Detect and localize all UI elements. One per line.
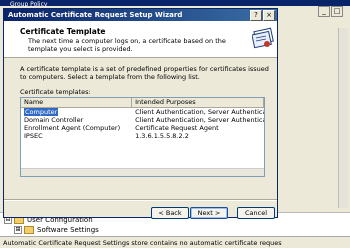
next-button[interactable]: Next >	[190, 207, 228, 219]
listview-header: Name Intended Purposes	[21, 98, 264, 108]
maximize-button[interactable]: □	[331, 6, 343, 17]
template-description: A certificate template is a set of prede…	[20, 65, 269, 81]
background-window-title: Group Policy	[10, 1, 48, 8]
horizontal-scrollbar[interactable]	[21, 168, 264, 176]
row-purposes: 1.3.6.1.5.5.8.2.2	[135, 132, 189, 140]
wizard-titlebar: Automatic Certificate Request Setup Wiza…	[4, 9, 277, 21]
divider	[4, 199, 277, 201]
help-button[interactable]: ?	[250, 10, 262, 21]
row-purposes: Certificate Request Agent	[135, 124, 219, 132]
background-scrollbar[interactable]	[338, 28, 348, 208]
wizard-title: Automatic Certificate Request Setup Wiza…	[8, 11, 183, 19]
background-window-titlebar: Group Policy	[0, 0, 350, 8]
back-button[interactable]: < Back	[151, 207, 189, 219]
column-header-purposes[interactable]: Intended Purposes	[132, 98, 264, 107]
row-purposes: Client Authentication, Server Authentica…	[135, 116, 264, 124]
table-row[interactable]: Enrollment Agent (Computer) Certificate …	[21, 124, 264, 132]
folder-icon	[24, 226, 34, 234]
row-name: IPSEC	[24, 132, 43, 140]
row-purposes: Client Authentication, Server Authentica…	[135, 108, 264, 116]
tree-item-software-settings[interactable]: ⊞ Software Settings	[14, 225, 99, 235]
cancel-button[interactable]: Cancel	[237, 207, 275, 219]
row-name: Domain Controller	[24, 116, 84, 124]
status-bar: Automatic Certificate Request Settings s…	[0, 236, 350, 248]
close-button[interactable]: ×	[263, 10, 275, 21]
templates-label: Certificate templates:	[20, 88, 91, 96]
certificate-icon	[252, 27, 274, 49]
expand-icon[interactable]: ⊞	[14, 226, 22, 234]
table-row[interactable]: IPSEC 1.3.6.1.5.5.8.2.2	[21, 132, 264, 140]
wizard-header: Certificate Template The next time a com…	[4, 21, 277, 58]
table-row[interactable]: Domain Controller Client Authentication,…	[21, 116, 264, 124]
wizard-dialog: Automatic Certificate Request Setup Wiza…	[3, 8, 278, 219]
table-row[interactable]: Computer Client Authentication, Server A…	[21, 108, 264, 116]
row-name: Enrollment Agent (Computer)	[24, 124, 121, 132]
templates-listview[interactable]: Name Intended Purposes Computer Client A…	[20, 97, 265, 177]
minimize-button[interactable]: _	[318, 6, 330, 17]
tree-item-label: Software Settings	[37, 226, 99, 234]
page-title: Certificate Template	[20, 27, 106, 36]
page-description: The next time a computer logs on, a cert…	[28, 37, 226, 53]
row-name: Computer	[24, 108, 59, 116]
column-header-name[interactable]: Name	[21, 98, 133, 107]
